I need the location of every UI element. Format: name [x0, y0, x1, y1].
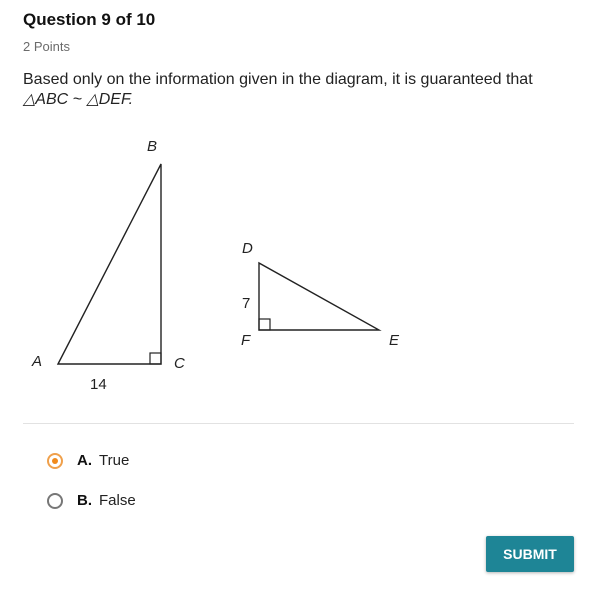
question-points: 2 Points — [23, 39, 70, 54]
triangle-def — [258, 261, 382, 331]
vertex-label-c: C — [174, 355, 185, 372]
option-b[interactable]: B. False — [47, 492, 136, 509]
option-letter: B. — [77, 492, 92, 509]
triangle-diagram: B A C 14 D F E 7 — [31, 138, 400, 393]
vertex-label-b: B — [147, 138, 157, 155]
right-angle-marker-c — [149, 352, 162, 365]
radio-unselected-icon[interactable] — [47, 492, 63, 509]
triangle-abc — [56, 163, 162, 365]
vertex-label-e: E — [389, 332, 400, 349]
option-a[interactable]: A. True — [47, 452, 129, 469]
option-letter: A. — [77, 452, 92, 469]
question-prompt: Based only on the information given in t… — [23, 70, 583, 110]
option-text: True — [99, 452, 130, 469]
right-angle-marker-f — [258, 318, 271, 331]
question-math: △ABC ~ △DEF. — [23, 91, 134, 108]
side-label-ac: 14 — [90, 376, 107, 393]
vertex-label-d: D — [242, 240, 253, 257]
radio-selected-icon[interactable] — [47, 452, 63, 469]
question-text: Based only on the information given in t… — [23, 71, 533, 88]
option-text: False — [99, 492, 136, 509]
submit-button[interactable]: SUBMIT — [486, 536, 574, 572]
question-title: Question 9 of 10 — [23, 10, 156, 29]
divider — [23, 423, 574, 424]
vertex-label-a: A — [31, 353, 42, 370]
side-label-df: 7 — [242, 295, 250, 312]
vertex-label-f: F — [241, 332, 251, 349]
